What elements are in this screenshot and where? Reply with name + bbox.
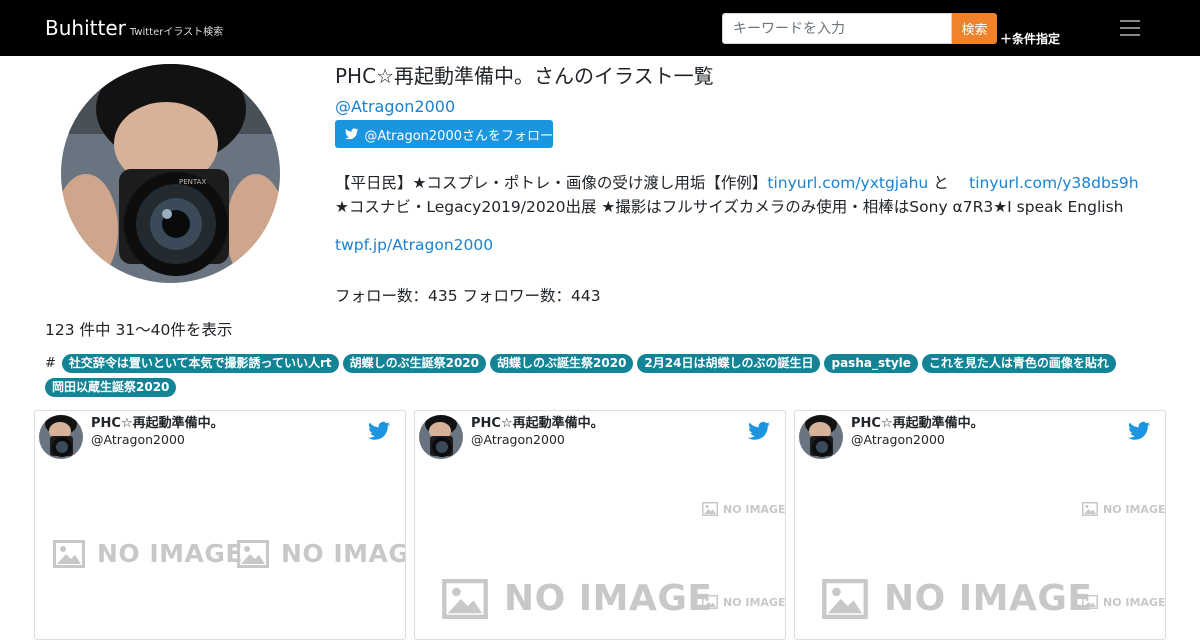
bio-text-3: ★コスナビ・Legacy2019/2020出展 ★撮影はフルサイズカメラのみ使用… [335, 198, 1124, 216]
no-image-label: NO IMAGE [884, 578, 1093, 619]
profile-handle-link[interactable]: @Atragon2000 [335, 97, 455, 116]
no-image-label: NO IMAGE [1103, 595, 1166, 609]
image-icon [442, 578, 488, 619]
illustration-card[interactable]: PHC☆再起動準備中。 @Atragon2000 NO IMAGE NO IMA… [794, 410, 1166, 640]
card-author-handle: @Atragon2000 [471, 432, 565, 447]
image-icon [237, 539, 269, 568]
card-avatar[interactable] [419, 415, 463, 459]
brand-logo[interactable]: Buhitter Twitterイラスト検索 [45, 16, 223, 45]
profile-web-link[interactable]: twpf.jp/Atragon2000 [335, 236, 493, 254]
bio-text-2: と [928, 174, 970, 192]
brand-subtitle: Twitterイラスト検索 [129, 27, 224, 38]
hashtag-badge[interactable]: 岡田以蔵生誕祭2020 [45, 378, 177, 397]
bio-link-1[interactable]: tinyurl.com/yxtgjahu [767, 174, 928, 192]
search-input[interactable] [722, 13, 952, 44]
no-image-placeholder[interactable]: NO IMAGE [237, 539, 405, 568]
illustration-card[interactable]: PHC☆再起動準備中。 @Atragon2000 NO IMAGE NO IMA… [34, 410, 406, 640]
no-image-placeholder[interactable]: NO IMAGE [702, 502, 785, 516]
no-image-label: NO IMAGE [723, 502, 786, 516]
hashtag-badge[interactable]: 社交辞令は置いといて本気で撮影誘っていい人rt [61, 354, 339, 373]
card-avatar[interactable] [39, 415, 83, 459]
illustration-card[interactable]: PHC☆再起動準備中。 @Atragon2000 NO IMAGE NO IMA… [414, 410, 786, 640]
bio-text-1: 【平日民】★コスプレ・ポトレ・画像の受け渡し用垢【作例】 [335, 174, 768, 192]
follow-button-label: @Atragon2000さんをフォロー [364, 128, 553, 144]
card-author-name: PHC☆再起動準備中。 [851, 416, 984, 431]
no-image-label: NO IMAGE [97, 539, 244, 568]
no-image-label: NO IMAGE [281, 539, 405, 568]
hashtag-symbol: # [45, 356, 56, 371]
no-image-placeholder[interactable]: NO IMAGE [1082, 595, 1165, 609]
hashtag-badge[interactable]: 胡蝶しのぶ生誕祭2020 [342, 354, 487, 373]
no-image-label: NO IMAGE [504, 578, 713, 619]
card-author-handle: @Atragon2000 [91, 432, 185, 447]
hashtag-list: # 社交辞令は置いといて本気で撮影誘っていい人rt 胡蝶しのぶ生誕祭2020 胡… [45, 354, 1165, 397]
image-icon [702, 502, 718, 516]
hashtag-badge[interactable]: これを見た人は青色の画像を貼れ [921, 354, 1116, 373]
hashtag-badge[interactable]: 胡蝶しのぶ誕生祭2020 [490, 354, 634, 373]
advanced-search-link[interactable]: ＋条件指定 [1000, 30, 1060, 47]
twitter-bird-icon[interactable] [1128, 421, 1150, 441]
twitter-bird-icon [345, 128, 359, 140]
card-author-name: PHC☆再起動準備中。 [91, 416, 224, 431]
result-count: 123 件中 31〜40件を表示 [45, 321, 233, 339]
no-image-label: NO IMAGE [1103, 502, 1166, 516]
navbar: BuhitterTwitterイラスト検索 検索 ＋条件指定 [0, 0, 1200, 56]
image-icon [1082, 502, 1098, 516]
image-icon [822, 578, 868, 619]
no-image-placeholder[interactable]: NO IMAGE [442, 578, 713, 619]
search-button[interactable]: 検索 [952, 13, 997, 44]
twitter-bird-icon[interactable] [748, 421, 770, 441]
follow-button[interactable]: @Atragon2000さんをフォロー [335, 120, 553, 148]
brand-title: Buhitter [45, 16, 126, 40]
image-icon [53, 539, 85, 568]
bio-link-2[interactable]: tinyurl.com/y38dbs9h [969, 174, 1138, 192]
svg-text:PENTAX: PENTAX [179, 178, 206, 186]
follow-counts: フォロー数：435 フォロワー数：443 [335, 287, 601, 305]
no-image-placeholder[interactable]: NO IMAGE [822, 578, 1093, 619]
card-avatar[interactable] [799, 415, 843, 459]
menu-icon[interactable] [1112, 12, 1148, 44]
profile-bio: 【平日民】★コスプレ・ポトレ・画像の受け渡し用垢【作例】tinyurl.com/… [335, 171, 1155, 219]
hashtag-badge[interactable]: 2月24日は胡蝶しのぶの誕生日 [637, 354, 821, 373]
card-author-name: PHC☆再起動準備中。 [471, 416, 604, 431]
profile-avatar: PENTAX [61, 64, 280, 283]
no-image-placeholder[interactable]: NO IMAGE [53, 539, 243, 568]
card-author-handle: @Atragon2000 [851, 432, 945, 447]
profile-title: PHC☆再起動準備中。さんのイラスト一覧 [335, 64, 714, 88]
no-image-placeholder[interactable]: NO IMAGE [702, 595, 785, 609]
no-image-placeholder[interactable]: NO IMAGE [1082, 502, 1165, 516]
no-image-label: NO IMAGE [723, 595, 786, 609]
twitter-bird-icon[interactable] [368, 421, 390, 441]
hashtag-badge[interactable]: pasha_style [824, 354, 918, 373]
